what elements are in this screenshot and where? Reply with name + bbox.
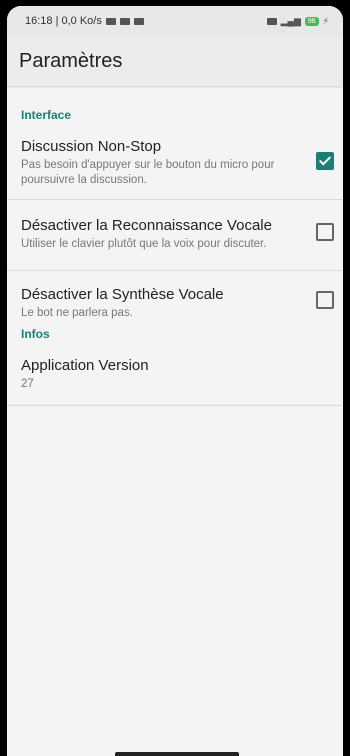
checkbox-checked[interactable] [316,152,334,170]
message-icon [105,17,116,25]
signal-icon: ▂▄▆ [280,15,301,26]
checkbox-unchecked[interactable] [316,291,334,309]
section-header-infos: Infos [21,327,50,341]
pref-title: Désactiver la Synthèse Vocale [21,286,224,303]
pref-title: Application Version [21,357,149,374]
status-bar: 16:18 | 0,0 Ko/s ▂▄▆ 98 ⚡ [7,6,343,36]
settings-screen: 16:18 | 0,0 Ko/s ▂▄▆ 98 ⚡ Paramètres Int… [7,6,343,756]
pref-summary: Le bot ne parlera pas. [21,307,133,319]
charging-icon: ⚡ [322,15,329,26]
sim-icon [266,17,277,25]
app-bar: Paramètres [7,36,343,86]
divider [7,405,343,406]
status-time-speed: 16:18 | 0,0 Ko/s [25,15,102,27]
checkbox-unchecked[interactable] [316,223,334,241]
app-notification-icon [133,17,144,25]
battery-icon: 98 [304,16,319,26]
status-right: ▂▄▆ 98 ⚡ [266,15,329,27]
pref-title: Désactiver la Reconnaissance Vocale [21,217,272,234]
status-left: 16:18 | 0,0 Ko/s [25,15,144,27]
pref-summary: 27 [21,378,34,390]
pref-summary: Utiliser le clavier plutôt que la voix p… [21,238,267,250]
pref-title: Discussion Non-Stop [21,138,162,155]
home-indicator[interactable] [115,752,239,756]
pref-summary: Pas besoin d'appuyer sur le bouton du mi… [21,159,275,186]
pref-disable-voice-recognition[interactable]: Désactiver la Reconnaissance Vocale Util… [7,200,343,250]
mail-icon [119,17,130,25]
pref-application-version[interactable]: Application Version 27 [7,357,343,395]
pref-discussion-non-stop[interactable]: Discussion Non-Stop Pas besoin d'appuyer… [7,138,343,186]
page-title: Paramètres [19,49,123,72]
section-header-interface: Interface [21,108,72,122]
pref-disable-speech-synthesis[interactable]: Désactiver la Synthèse Vocale Le bot ne … [7,271,343,321]
